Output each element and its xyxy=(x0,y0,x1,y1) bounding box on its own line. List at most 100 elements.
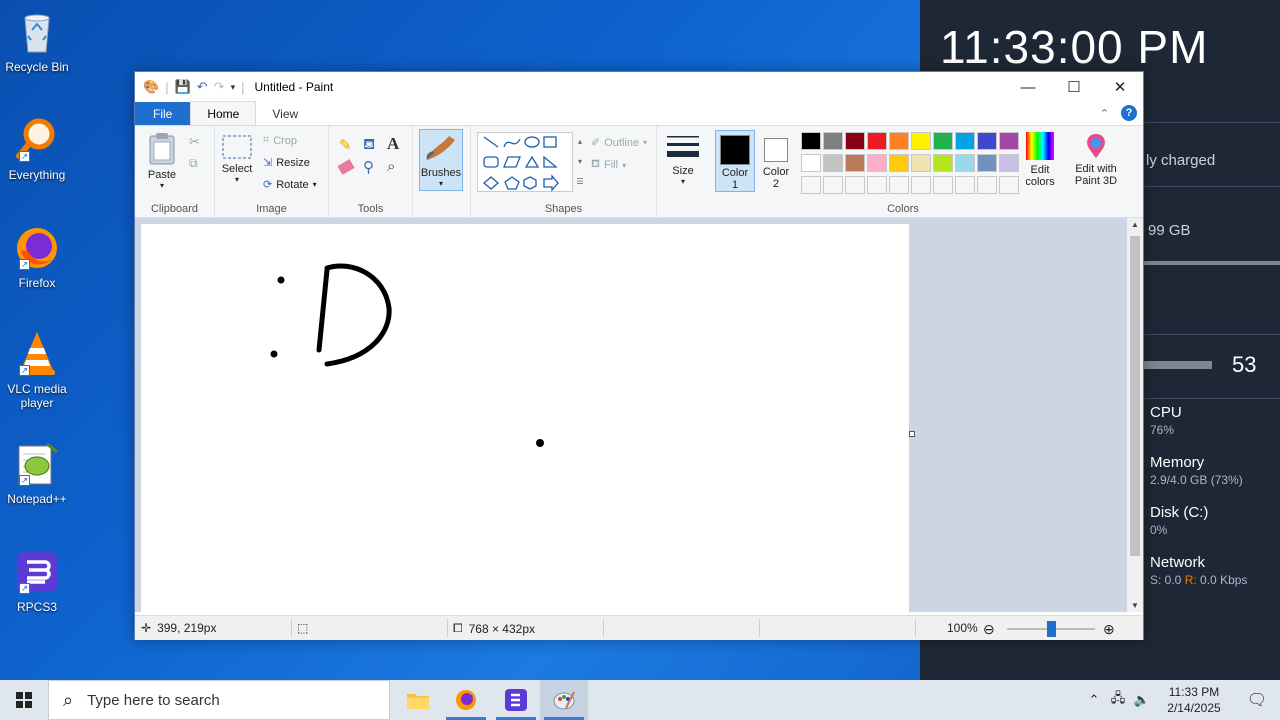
color-swatch[interactable] xyxy=(801,154,821,172)
color-swatch[interactable] xyxy=(889,154,909,172)
color-swatch[interactable] xyxy=(977,154,997,172)
custom-color-slot[interactable] xyxy=(911,176,931,194)
cut-icon[interactable]: ✂ xyxy=(189,134,200,150)
crop-button[interactable]: ⌗ Crop xyxy=(263,134,297,147)
desktop-icon-vlc[interactable]: ↗ VLC media player xyxy=(0,330,74,410)
zoom-in-button[interactable]: ⊕ xyxy=(1103,621,1115,638)
volume-icon[interactable]: 🔈 xyxy=(1130,692,1154,708)
custom-color-slot[interactable] xyxy=(823,176,843,194)
color-swatch[interactable] xyxy=(823,132,843,150)
taskbar-file-explorer[interactable] xyxy=(394,680,442,720)
zoom-out-button[interactable]: ⊖ xyxy=(983,621,995,638)
notifications-icon[interactable]: 🗨 xyxy=(1234,690,1280,710)
taskbar-clock[interactable]: 11:33 PM 2/14/2025 xyxy=(1154,684,1234,716)
minimize-button[interactable]: — xyxy=(1005,72,1051,102)
color-swatch[interactable] xyxy=(999,132,1019,150)
magnifier-icon[interactable]: ⌕ xyxy=(387,158,395,175)
desktop-icon-label: Everything xyxy=(8,168,66,182)
edit-colors-button[interactable]: Edit colors xyxy=(1019,132,1061,188)
desktop-icon-notepadpp[interactable]: ↗ Notepad++ xyxy=(0,440,74,506)
redo-icon[interactable]: ↷ xyxy=(214,79,225,95)
desktop-icon-everything[interactable]: ↗ Everything xyxy=(0,116,74,182)
select-button[interactable]: Select ▾ xyxy=(219,134,255,184)
help-icon[interactable]: ? xyxy=(1121,105,1137,121)
custom-color-slot[interactable] xyxy=(867,176,887,194)
maximize-button[interactable]: ☐ xyxy=(1051,72,1097,102)
show-hidden-icons-icon[interactable]: ⌃ xyxy=(1082,692,1106,708)
paint-window[interactable]: 🎨 | 💾 ↶ ↷ ▾ | Untitled - Paint — ☐ ✕ Fil… xyxy=(134,71,1144,640)
color-swatch[interactable] xyxy=(801,132,821,150)
taskbar-search-box[interactable]: ⌕ Type here to search xyxy=(48,680,390,720)
custom-color-slot[interactable] xyxy=(999,176,1019,194)
collapse-ribbon-icon[interactable]: ⌃ xyxy=(1100,107,1109,120)
color-swatch[interactable] xyxy=(845,154,865,172)
custom-color-slot[interactable] xyxy=(845,176,865,194)
desktop-icon-firefox[interactable]: ↗ Firefox xyxy=(0,224,74,290)
size-button[interactable]: Size ▾ xyxy=(663,134,703,186)
color1-button[interactable]: Color 1 xyxy=(715,130,755,192)
status-bar: ✛ 399, 219px ⬚ ⧠ 768 × 432px 100% ⊖ ⊕ xyxy=(135,615,1143,640)
shapes-scroll[interactable]: ▴ ▾ ☰ xyxy=(575,132,585,192)
tab-home[interactable]: Home xyxy=(190,101,257,125)
color-swatch[interactable] xyxy=(911,132,931,150)
tab-view[interactable]: View xyxy=(256,102,314,125)
custom-color-slot[interactable] xyxy=(955,176,975,194)
desktop-icon-rpcs3[interactable]: ↗ RPCS3 xyxy=(0,548,74,614)
color-swatch[interactable] xyxy=(911,154,931,172)
custom-color-slot[interactable] xyxy=(801,176,821,194)
color-swatch[interactable] xyxy=(867,154,887,172)
taskbar-rpcs3[interactable] xyxy=(492,680,540,720)
color-swatch[interactable] xyxy=(889,132,909,150)
color-swatch[interactable] xyxy=(823,154,843,172)
eraser-icon[interactable] xyxy=(337,159,355,175)
widget-memory-value: 2.9/4.0 GB (73%) xyxy=(1150,473,1243,487)
network-send: S: 0.0 xyxy=(1150,573,1182,587)
custom-color-slot[interactable] xyxy=(889,176,909,194)
outline-button[interactable]: ✐ Outline ▾ xyxy=(591,136,647,150)
tab-file[interactable]: File xyxy=(135,102,191,125)
brushes-button[interactable]: Brushes ▾ xyxy=(419,129,463,191)
fill-bucket-icon[interactable]: ⛾ xyxy=(363,136,375,155)
network-icon[interactable]: 🖧 xyxy=(1106,689,1130,711)
save-icon[interactable]: 💾 xyxy=(175,79,191,95)
start-button[interactable] xyxy=(0,680,48,720)
custom-color-slot[interactable] xyxy=(977,176,997,194)
taskbar-firefox[interactable] xyxy=(442,680,490,720)
taskbar-paint[interactable] xyxy=(540,680,588,720)
rotate-icon: ⟳ xyxy=(263,179,273,191)
close-button[interactable]: ✕ xyxy=(1097,72,1143,102)
edit-with-paint3d-button[interactable]: Edit with Paint 3D xyxy=(1067,132,1125,187)
selection-size: ⬚ xyxy=(297,621,308,635)
text-icon[interactable]: A xyxy=(387,134,399,154)
paint-icon xyxy=(553,691,575,710)
title-bar[interactable]: 🎨 | 💾 ↶ ↷ ▾ | Untitled - Paint — ☐ ✕ xyxy=(135,72,1143,102)
color-swatch[interactable] xyxy=(955,132,975,150)
color-swatch[interactable] xyxy=(955,154,975,172)
color-swatch[interactable] xyxy=(999,154,1019,172)
color-swatch[interactable] xyxy=(845,132,865,150)
rotate-button[interactable]: ⟳ Rotate ▾ xyxy=(263,178,317,192)
canvas-resize-handle[interactable] xyxy=(909,431,915,437)
color2-button[interactable]: Color 2 xyxy=(757,130,795,190)
resize-button[interactable]: ⇲ Resize xyxy=(263,156,310,170)
color-swatch[interactable] xyxy=(867,132,887,150)
color2-swatch xyxy=(764,138,788,162)
zoom-slider-track[interactable] xyxy=(1007,621,1095,637)
drawing-canvas[interactable] xyxy=(141,224,909,612)
color-swatch[interactable] xyxy=(933,132,953,150)
color-picker-icon[interactable]: ⚲ xyxy=(363,158,374,176)
customize-toolbar-icon[interactable]: ▾ xyxy=(231,82,236,93)
color-swatch[interactable] xyxy=(977,132,997,150)
fill-button[interactable]: ⛾ Fill ▾ xyxy=(591,158,626,172)
vertical-scrollbar[interactable]: ▲ ▼ xyxy=(1127,218,1143,612)
shapes-gallery[interactable] xyxy=(477,132,573,192)
zoom-slider-thumb[interactable] xyxy=(1047,621,1056,637)
paste-button[interactable]: Paste ▾ xyxy=(143,132,181,190)
undo-icon[interactable]: ↶ xyxy=(197,79,208,95)
copy-icon[interactable]: ⧉ xyxy=(189,156,198,171)
color-swatch[interactable] xyxy=(933,154,953,172)
paint-app-icon[interactable]: 🎨 xyxy=(143,79,159,95)
custom-color-slot[interactable] xyxy=(933,176,953,194)
desktop-icon-recycle-bin[interactable]: Recycle Bin xyxy=(0,8,74,74)
pencil-icon[interactable]: ✎ xyxy=(339,136,352,154)
